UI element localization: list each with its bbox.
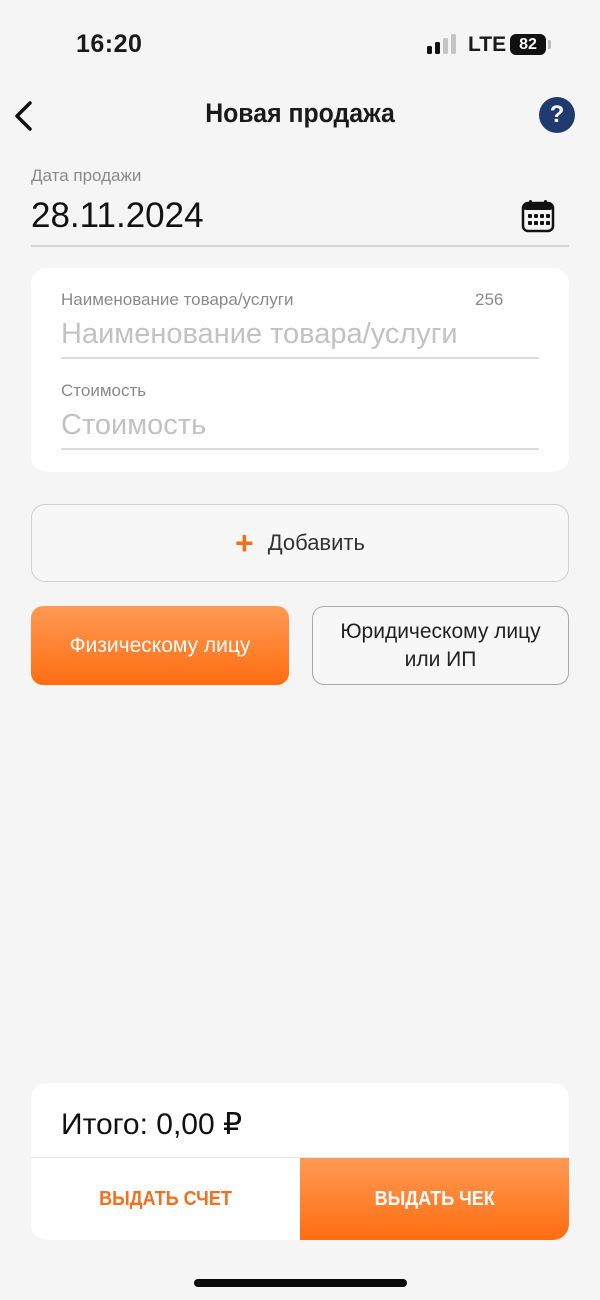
nav-bar: Новая продажа ? bbox=[0, 90, 600, 140]
total-amount: Итого: 0,00 ₽ bbox=[61, 1108, 243, 1141]
item-name-counter: 256 bbox=[475, 290, 504, 309]
page-title: Новая продажа bbox=[205, 98, 395, 128]
individual-client-button[interactable]: Физическому лицу bbox=[31, 606, 289, 685]
summary-panel: Итого: 0,00 ₽ ВЫДАТЬ СЧЕТ ВЫДАТЬ ЧЕК bbox=[31, 1083, 569, 1240]
status-time: 16:20 bbox=[76, 30, 143, 58]
sale-date-field[interactable]: 28.11.2024 bbox=[31, 196, 204, 236]
issue-receipt-label: ВЫДАТЬ ЧЕК bbox=[374, 1187, 495, 1210]
item-name-underline bbox=[61, 357, 539, 359]
status-bar: 16:20 LTE 82 bbox=[0, 0, 600, 90]
issue-invoice-button[interactable]: ВЫДАТЬ СЧЕТ bbox=[44, 1158, 286, 1240]
network-type: LTE bbox=[468, 33, 507, 56]
add-item-label: Добавить bbox=[267, 530, 365, 555]
item-card: Наименование товара/услуги 256 Стоимость bbox=[31, 268, 569, 472]
home-indicator[interactable] bbox=[194, 1279, 407, 1287]
add-item-button[interactable]: + Добавить bbox=[31, 504, 569, 582]
legal-entity-button[interactable]: Юридическому лицу или ИП bbox=[312, 606, 569, 685]
price-label: Стоимость bbox=[61, 381, 147, 400]
help-button[interactable]: ? bbox=[539, 97, 575, 133]
issue-receipt-button[interactable]: ВЫДАТЬ ЧЕК bbox=[300, 1158, 569, 1240]
calendar-icon[interactable] bbox=[521, 199, 555, 233]
item-name-input[interactable] bbox=[61, 314, 539, 354]
issue-invoice-label: ВЫДАТЬ СЧЕТ bbox=[99, 1187, 232, 1210]
price-input[interactable] bbox=[61, 405, 539, 445]
sale-date-underline bbox=[31, 245, 569, 247]
battery-cap bbox=[548, 40, 551, 49]
price-underline bbox=[61, 448, 539, 450]
item-name-label: Наименование товара/услуги bbox=[61, 290, 294, 309]
signal-icon bbox=[427, 34, 459, 54]
battery-icon: 82 bbox=[510, 34, 546, 55]
plus-icon: + bbox=[235, 525, 254, 561]
sale-date-label: Дата продажи bbox=[31, 166, 142, 185]
